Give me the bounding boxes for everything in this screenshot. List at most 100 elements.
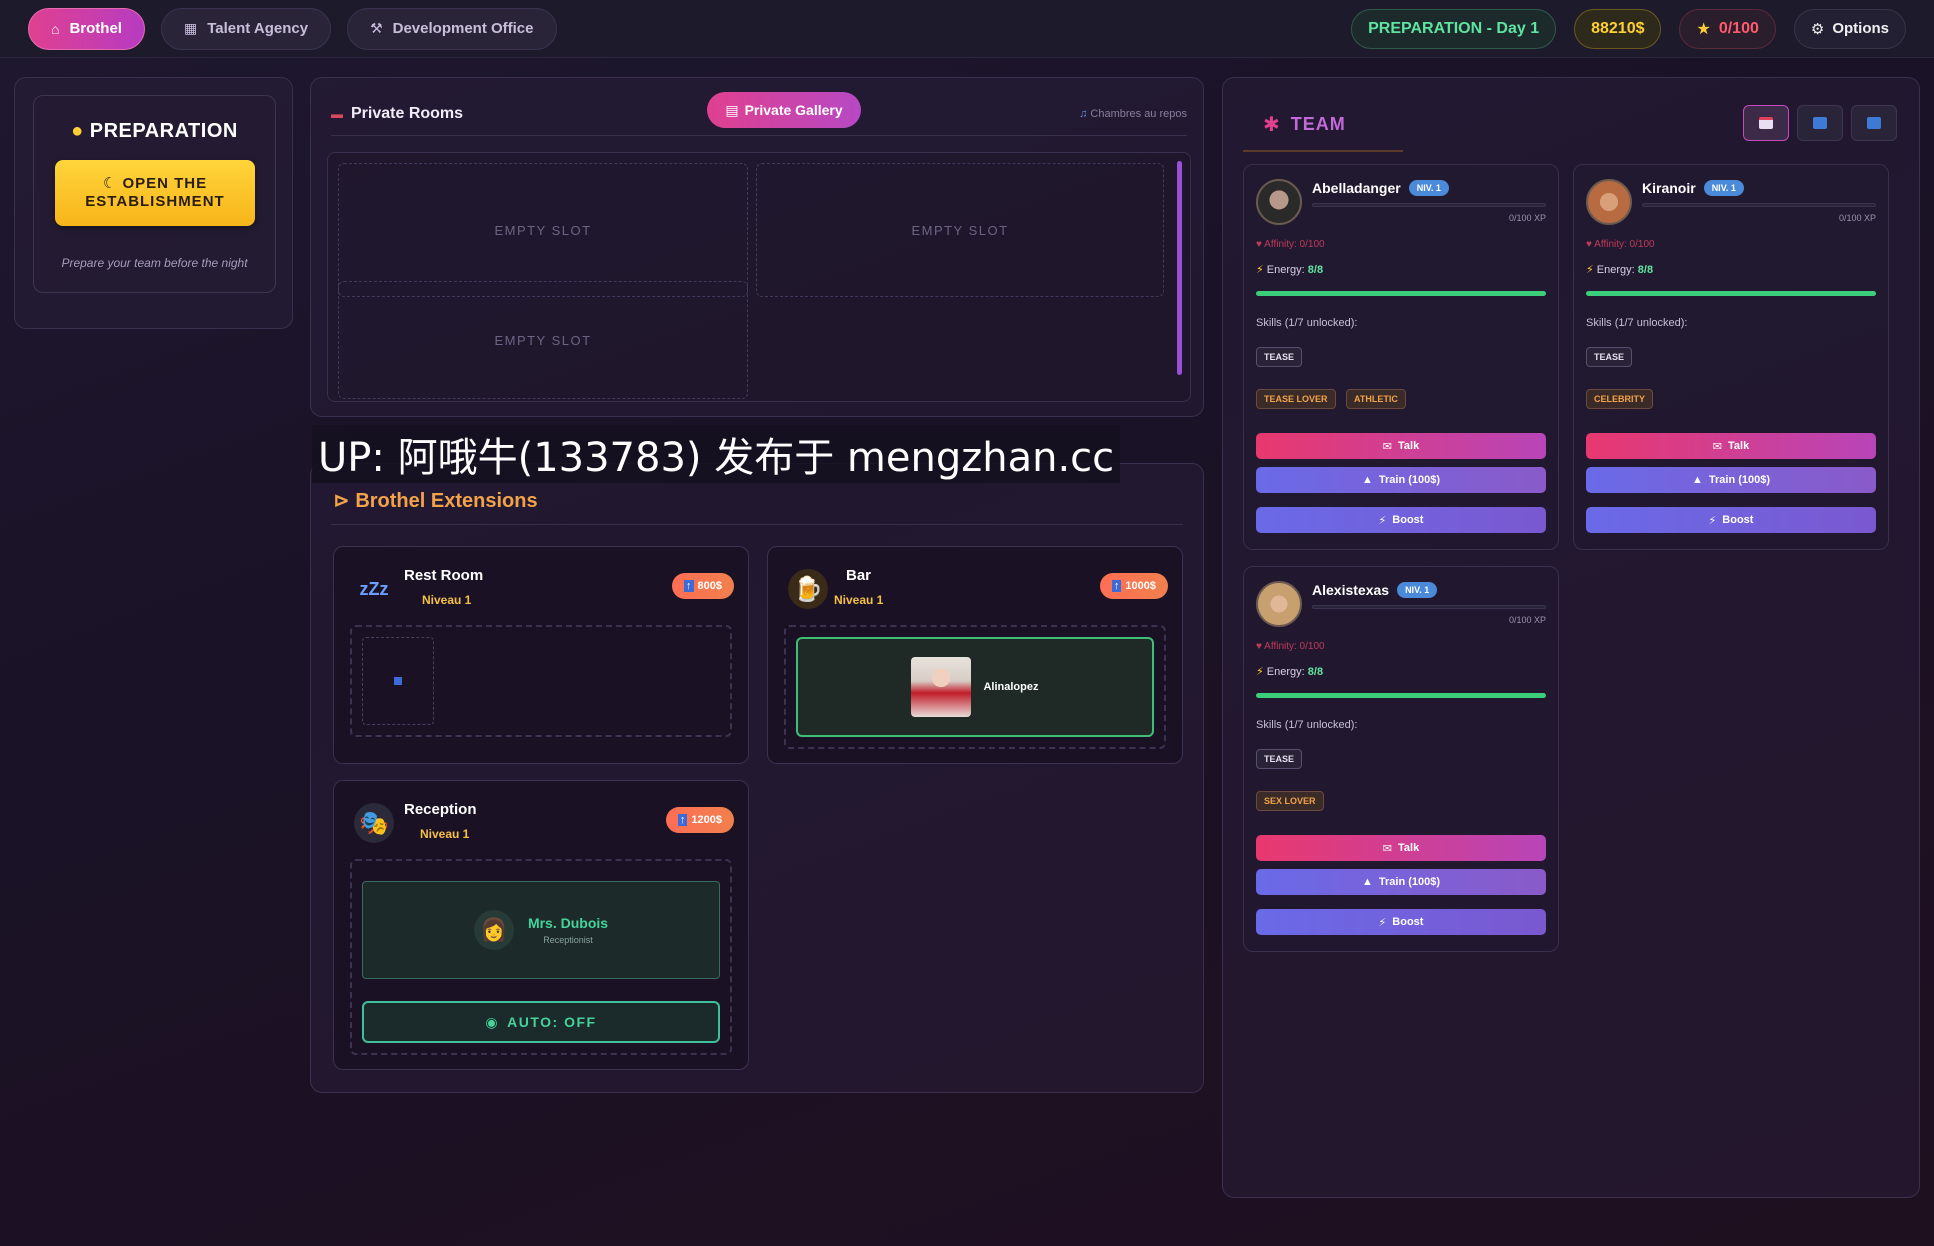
affinity-text: Affinity: 0/100 xyxy=(1594,239,1655,250)
talk-button[interactable]: ✉ Talk xyxy=(1586,433,1876,459)
private-rooms-header: ▬ Private Rooms ▤ Private Gallery ♫ Cham… xyxy=(331,92,1187,136)
bar-upgrade-button[interactable]: ↑ 1000$ xyxy=(1099,573,1168,599)
xp-value: 0/100 XP xyxy=(1508,213,1546,223)
open-line-1-text: OPEN THE xyxy=(122,175,208,192)
lightning-icon: ⚡ xyxy=(1708,514,1717,527)
train-label: Train (100$) xyxy=(1378,474,1441,486)
open-line-1: ☾ OPEN THE xyxy=(103,175,207,193)
beer-icon: 🍺 xyxy=(788,569,828,609)
boost-button[interactable]: ⚡ Boost xyxy=(1586,507,1876,533)
train-button[interactable]: ▲ Train (100$) xyxy=(1586,467,1876,493)
rooms-scrollbar[interactable] xyxy=(1177,161,1182,375)
private-gallery-button[interactable]: ▤ Private Gallery xyxy=(707,92,861,128)
divider xyxy=(1243,150,1403,152)
extensions-panel: ⊳ Brothel Extensions zZz Rest Room Nivea… xyxy=(310,463,1204,1093)
auto-toggle-label: AUTO: OFF xyxy=(507,1014,597,1030)
view-toggle-group xyxy=(1743,105,1897,141)
energy: ⚡ Energy: 8/8 xyxy=(1586,263,1653,276)
view-calendar-button[interactable] xyxy=(1743,105,1789,141)
receptionist-name: Mrs. Dubois xyxy=(527,915,609,931)
affinity-text: Affinity: 0/100 xyxy=(1264,239,1325,250)
view-grid-button[interactable] xyxy=(1797,105,1843,141)
energy-value: 8/8 xyxy=(1307,666,1324,678)
tab-talent-agency[interactable]: ▦ Talent Agency xyxy=(160,7,332,50)
energy: ⚡ Energy: 8/8 xyxy=(1256,665,1323,678)
private-rooms-title-text: Private Rooms xyxy=(351,104,464,122)
preparation-card: ● PREPARATION ☾ OPEN THE ESTABLISHMENT Pr… xyxy=(33,95,276,293)
boost-button[interactable]: ⚡ Boost xyxy=(1256,507,1546,533)
bar-assigned-girl[interactable]: Alinalopez xyxy=(796,637,1154,737)
affinity: ♥ Affinity: 0/100 xyxy=(1256,239,1325,250)
reception-upgrade-button[interactable]: ↑ 1200$ xyxy=(665,807,734,833)
moon-icon: ☾ xyxy=(102,175,118,192)
trait-tag: ATHLETIC xyxy=(1346,389,1406,409)
skills-label: Skills (1/7 unlocked): xyxy=(1586,317,1688,329)
agency-icon: ▦ xyxy=(183,20,198,36)
reception-level: Niveau 1 xyxy=(420,827,470,841)
avatar[interactable] xyxy=(1256,179,1302,225)
view-chart-button[interactable] xyxy=(1851,105,1897,141)
bar-dropzone[interactable]: Alinalopez xyxy=(784,625,1166,749)
trait-tag: SEX LOVER xyxy=(1256,791,1324,811)
rest-room-card: zZz Rest Room Niveau 1 ↑ 800$ xyxy=(333,546,749,764)
energy: ⚡ Energy: 8/8 xyxy=(1256,263,1323,276)
talk-label: Talk xyxy=(1398,440,1420,452)
bar-level: Niveau 1 xyxy=(834,593,884,607)
muscle-icon: ▲ xyxy=(1361,876,1373,888)
avatar[interactable] xyxy=(1586,179,1632,225)
avatar[interactable] xyxy=(1256,581,1302,627)
divider xyxy=(331,524,1183,525)
talk-label: Talk xyxy=(1398,842,1420,854)
gallery-icon: ▤ xyxy=(725,101,739,118)
tab-talent-agency-label: Talent Agency xyxy=(207,20,309,37)
extensions-title-text: Brothel Extensions xyxy=(355,490,538,512)
xp-value: 0/100 XP xyxy=(1508,615,1546,625)
house-icon: ⌂ xyxy=(51,20,60,37)
muscle-icon: ▲ xyxy=(1361,474,1373,486)
options-button[interactable]: ⚙ Options xyxy=(1793,8,1906,49)
team-icon: ✱ xyxy=(1263,114,1281,136)
room-slot[interactable]: EMPTY SLOT xyxy=(756,163,1164,297)
rest-room-upgrade-button[interactable]: ↑ 800$ xyxy=(672,573,734,599)
bar-price: 1000$ xyxy=(1125,580,1156,592)
energy-bar xyxy=(1256,693,1546,698)
boost-button[interactable]: ⚡ Boost xyxy=(1256,909,1546,935)
rest-room-slot[interactable] xyxy=(362,637,434,725)
top-bar: ⌂ Brothel ▦ Talent Agency ⚒ Development … xyxy=(0,0,1934,58)
sleep-zzz-icon: zZz xyxy=(359,578,389,599)
rest-room-level: Niveau 1 xyxy=(422,593,472,607)
bar-girl-name: Alinalopez xyxy=(983,681,1039,693)
skills-label: Skills (1/7 unlocked): xyxy=(1256,719,1358,731)
open-establishment-button[interactable]: ☾ OPEN THE ESTABLISHMENT xyxy=(55,160,255,226)
preparation-subtitle: Prepare your team before the night xyxy=(61,256,248,270)
train-button[interactable]: ▲ Train (100$) xyxy=(1256,869,1546,895)
talk-button[interactable]: ✉ Talk xyxy=(1256,433,1546,459)
rest-room-name: Rest Room xyxy=(404,567,484,584)
rest-room-dropzone[interactable] xyxy=(350,625,732,737)
level-badge: NIV. 1 xyxy=(1703,180,1744,196)
chat-icon: ✉ xyxy=(1382,842,1392,855)
xp-bar xyxy=(1312,605,1546,609)
tab-brothel[interactable]: ⌂ Brothel xyxy=(28,7,145,50)
room-slot[interactable]: EMPTY SLOT xyxy=(338,281,748,399)
reputation-value: 0/100 xyxy=(1718,19,1759,37)
talk-button[interactable]: ✉ Talk xyxy=(1256,835,1546,861)
train-button[interactable]: ▲ Train (100$) xyxy=(1256,467,1546,493)
preparation-title: ● PREPARATION xyxy=(34,120,275,143)
level-badge: NIV. 1 xyxy=(1397,582,1438,598)
girl-card-kiranoir: Kiranoir NIV. 1 0/100 XP ♥ Affinity: 0/10… xyxy=(1573,164,1889,550)
resting-rooms-label: Chambres au repos xyxy=(1090,107,1187,120)
skills-label: Skills (1/7 unlocked): xyxy=(1256,317,1358,329)
room-slots-area: EMPTY SLOT EMPTY SLOT EMPTY SLOT xyxy=(327,152,1191,402)
tab-development-office[interactable]: ⚒ Development Office xyxy=(347,7,557,50)
room-slot[interactable]: EMPTY SLOT xyxy=(338,163,748,297)
auto-toggle-button[interactable]: ◉ AUTO: OFF xyxy=(362,1001,720,1043)
sleep-icon: ♫ xyxy=(1079,107,1088,120)
receptionist-card[interactable]: 👩 Mrs. Dubois Receptionist xyxy=(362,881,720,979)
resting-rooms-link[interactable]: ♫ Chambres au repos xyxy=(1079,108,1187,120)
level-badge: NIV. 1 xyxy=(1408,180,1449,196)
money-counter: 88210$ xyxy=(1574,8,1662,49)
reputation-counter: ★ 0/100 xyxy=(1679,8,1776,49)
lightning-icon: ⚡ xyxy=(1378,916,1387,929)
options-label: Options xyxy=(1832,20,1889,37)
